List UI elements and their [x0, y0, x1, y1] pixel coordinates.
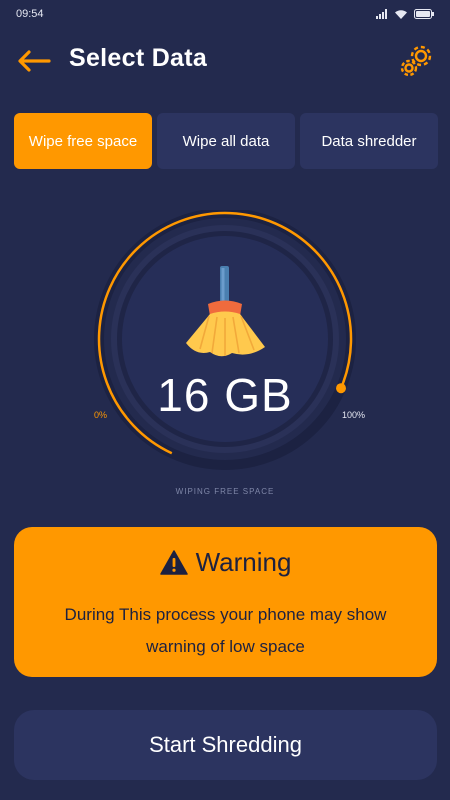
settings-button[interactable]: [396, 42, 436, 80]
wifi-icon: [395, 9, 407, 19]
tab-wipe-all-data[interactable]: Wipe all data: [157, 113, 295, 169]
gear-icon: [400, 45, 432, 77]
gauge-min-label: 0%: [94, 410, 108, 420]
status-bar: 09:54: [0, 0, 450, 28]
warning-title: Warning: [195, 547, 292, 577]
tab-wipe-free-space[interactable]: Wipe free space: [14, 113, 152, 169]
gauge-caption: WIPING FREE SPACE: [175, 487, 275, 496]
storage-gauge: [94, 210, 356, 470]
tab-data-shredder[interactable]: Data shredder: [300, 113, 438, 169]
page-title: Select Data: [69, 44, 208, 72]
arrow-left-icon: [18, 50, 51, 72]
warning-triangle-icon: [159, 550, 188, 575]
status-time: 09:54: [16, 8, 44, 20]
gauge-max-label: 100%: [342, 410, 366, 420]
warning-card: Warning During This process your phone m…: [14, 527, 437, 677]
tab-bar: Wipe free space Wipe all data Data shred…: [14, 113, 438, 169]
back-button[interactable]: [16, 48, 52, 74]
warning-header: Warning: [14, 547, 437, 578]
battery-icon: [414, 9, 434, 19]
status-icons: [376, 9, 434, 20]
warning-message: During This process your phone may show …: [64, 605, 387, 656]
signal-icon: [376, 9, 387, 19]
gauge-value: 16 GB: [157, 369, 293, 421]
start-shredding-button[interactable]: Start Shredding: [14, 710, 437, 780]
header: Select Data: [0, 40, 450, 82]
